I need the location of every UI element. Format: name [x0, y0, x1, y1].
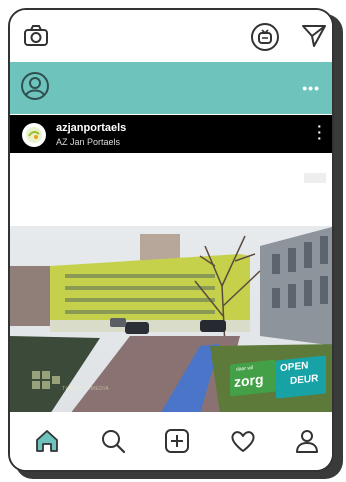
- open-deur-label: OPEN DEUR: [276, 355, 326, 399]
- avatar[interactable]: [22, 123, 46, 147]
- igtv-icon[interactable]: [250, 22, 280, 52]
- send-icon[interactable]: [300, 22, 328, 50]
- phone-frame: ••• azjanportaels AZ Jan Portaels ···: [8, 8, 334, 472]
- more-icon[interactable]: •••: [302, 80, 320, 96]
- badge-line2: zorg: [234, 370, 264, 390]
- profile-bar: •••: [10, 62, 332, 114]
- zorg-badge: daar wil zorg: [230, 359, 276, 397]
- open-deur-badge: daar wil zorg OPEN DEUR: [230, 355, 332, 408]
- post-options-icon[interactable]: · · ·: [317, 119, 322, 145]
- post-subtitle: AZ Jan Portaels: [56, 137, 121, 147]
- badge-deur: DEUR: [290, 373, 319, 388]
- home-icon[interactable]: [32, 426, 62, 456]
- post-username[interactable]: azjanportaels: [56, 122, 126, 134]
- post-photo[interactable]: TUBANTIAMEDIA daar wil zorg OPEN DEUR: [10, 226, 332, 414]
- faded-label: [304, 173, 326, 183]
- add-post-icon[interactable]: [162, 426, 192, 456]
- post-header: azjanportaels AZ Jan Portaels · · ·: [10, 115, 332, 153]
- photo-watermark: TUBANTIAMEDIA: [62, 386, 110, 392]
- post-content: TUBANTIAMEDIA daar wil zorg OPEN DEUR: [10, 153, 332, 415]
- bottom-nav: [10, 412, 332, 470]
- account-icon[interactable]: [292, 426, 322, 456]
- camera-icon[interactable]: [22, 22, 50, 50]
- search-icon[interactable]: [98, 426, 128, 456]
- heart-icon[interactable]: [228, 426, 258, 456]
- badge-open: OPEN: [280, 360, 309, 375]
- top-bar: [10, 10, 332, 62]
- profile-icon[interactable]: [20, 71, 50, 101]
